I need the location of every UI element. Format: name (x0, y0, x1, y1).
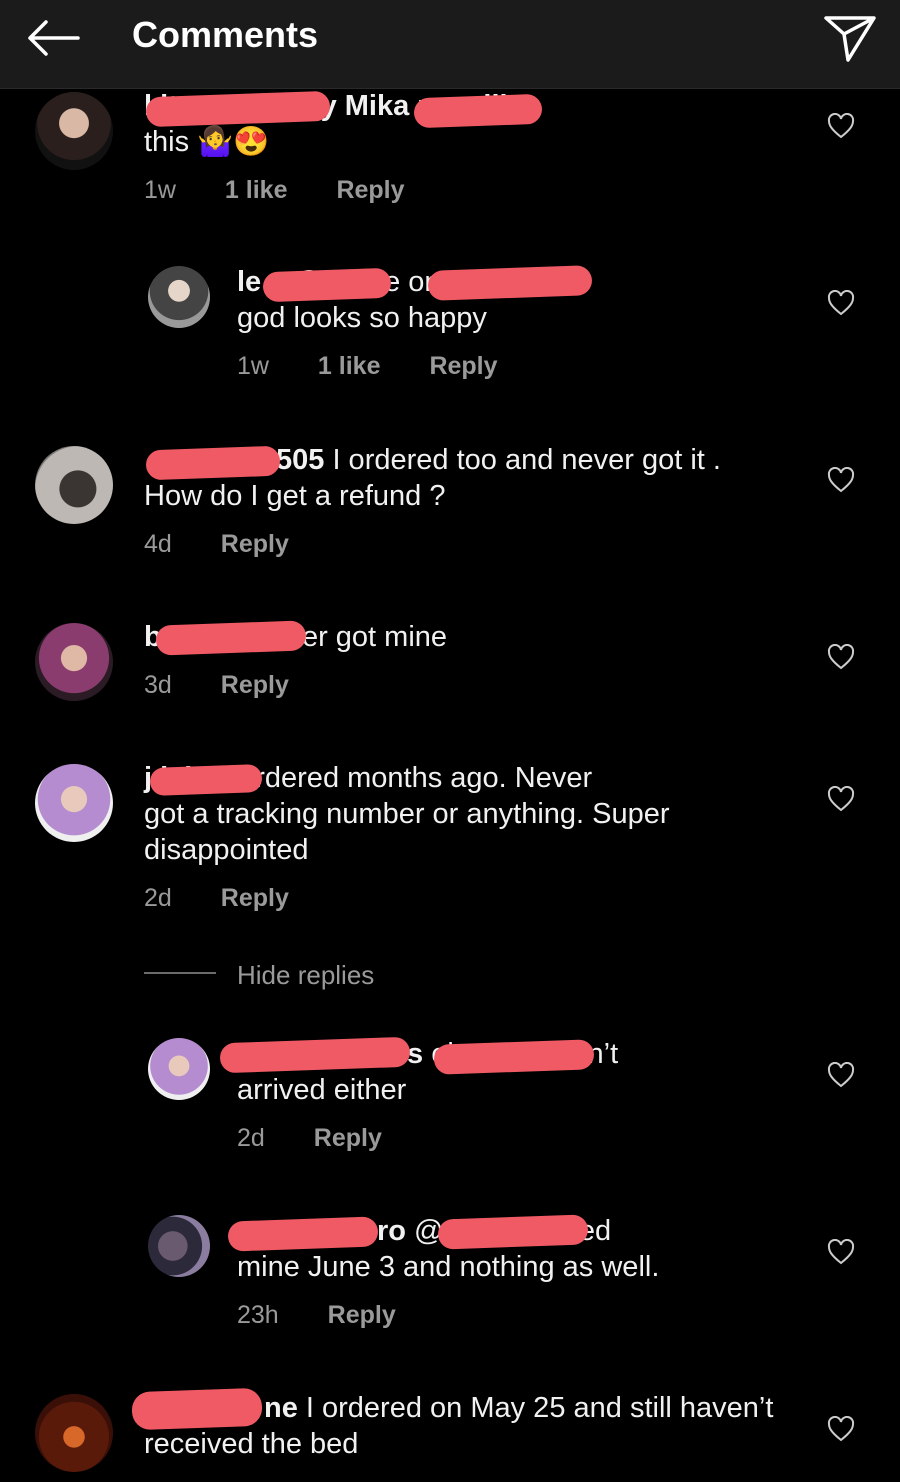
heart-icon[interactable] (827, 467, 855, 493)
avatar[interactable] (148, 1215, 210, 1277)
reply-button[interactable]: Reply (336, 176, 404, 204)
redaction-mark (131, 1387, 263, 1431)
avatar[interactable] (35, 764, 113, 842)
redaction-mark (262, 267, 392, 303)
avatar[interactable] (35, 623, 113, 701)
comment-meta: 1w 1 like Reply (237, 352, 498, 380)
redaction-mark (433, 1039, 595, 1075)
redaction-mark (437, 1214, 589, 1250)
comment-meta: 3d Reply (144, 671, 289, 699)
redaction-mark (155, 620, 307, 656)
heart-icon[interactable] (827, 1239, 855, 1265)
redaction-mark (227, 1216, 379, 1252)
comment-5: j ielss Ordered months ago. Never got a … (0, 760, 900, 930)
avatar[interactable] (35, 92, 113, 170)
heart-icon[interactable] (827, 113, 855, 139)
comment-7: ro @ lss I ordered mine June 3 and nothi… (0, 1213, 900, 1353)
reply-button[interactable]: Reply (328, 1301, 396, 1329)
heart-icon[interactable] (827, 1062, 855, 1088)
hide-replies-divider (144, 972, 216, 974)
heart-icon[interactable] (827, 644, 855, 670)
heart-icon[interactable] (827, 290, 855, 316)
reply-button[interactable]: Reply (314, 1124, 382, 1152)
avatar[interactable] (35, 446, 113, 524)
hide-replies-button[interactable]: Hide replies (237, 960, 374, 991)
reply-button[interactable]: Reply (221, 671, 289, 699)
comment-4: b refly I never got mine 3d Reply (0, 619, 900, 729)
comment-1: kittyvee @l ay Mika may like this 🤷‍♀️😍 … (0, 88, 900, 228)
comment-meta: 2d Reply (237, 1124, 382, 1152)
comment-meta: 4d Reply (144, 530, 289, 558)
redaction-mark (427, 265, 593, 301)
comment-6: s elss still hasn’t arrived either 2d Re… (0, 1036, 900, 1176)
redaction-mark (145, 90, 331, 128)
comment-8: ne I ordered on May 25 and still haven’t… (0, 1387, 900, 1482)
comment-3: 505 I ordered too and never got it . How… (0, 442, 900, 582)
redaction-mark (413, 93, 543, 129)
avatar[interactable] (148, 1038, 210, 1100)
send-icon[interactable] (822, 12, 878, 64)
comment-meta: 2d Reply (144, 884, 289, 912)
reply-button[interactable]: Reply (221, 530, 289, 558)
redaction-mark (145, 445, 281, 481)
redaction-mark (149, 764, 263, 796)
avatar[interactable] (35, 1394, 113, 1472)
top-bar: Comments (0, 0, 900, 89)
comment-meta: 23h Reply (237, 1301, 396, 1329)
like-count[interactable]: 1 like (318, 352, 381, 380)
like-count[interactable]: 1 like (225, 176, 288, 204)
reply-button[interactable]: Reply (221, 884, 289, 912)
back-arrow-icon[interactable] (24, 18, 80, 58)
comment-2: le y @ tyvee omg that god looks so happy… (0, 264, 900, 404)
heart-icon[interactable] (827, 1416, 855, 1442)
comment-meta: 1w 1 like Reply (144, 176, 405, 204)
page-title: Comments (132, 14, 319, 55)
reply-button[interactable]: Reply (429, 352, 497, 380)
heart-icon[interactable] (827, 786, 855, 812)
avatar[interactable] (148, 266, 210, 328)
